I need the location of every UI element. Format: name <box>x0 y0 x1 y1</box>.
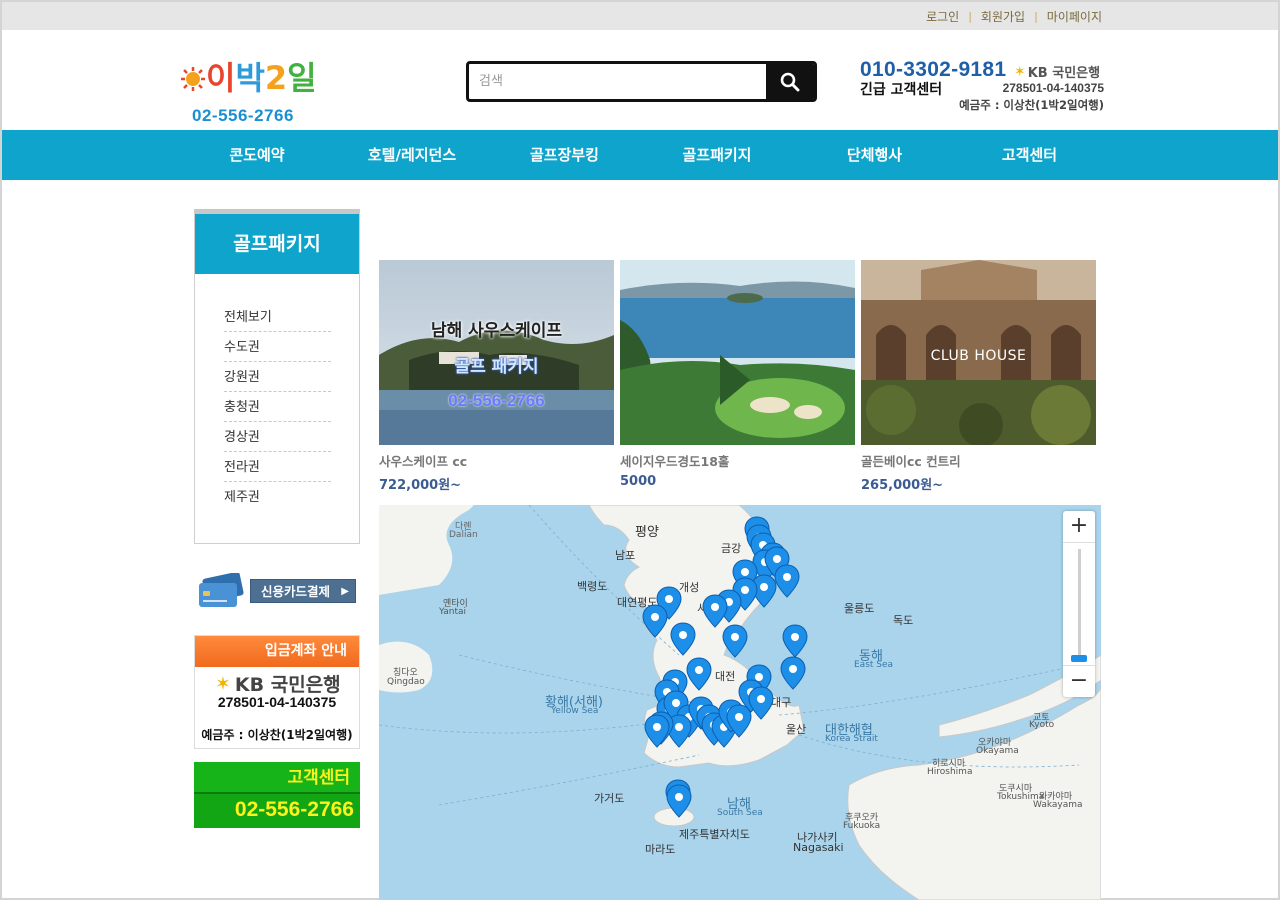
banner-subtitle: 골프 패키지 <box>454 357 539 377</box>
product-name[interactable]: 골든베이cc 컨트리 <box>861 451 1096 470</box>
product-image[interactable] <box>620 260 855 445</box>
deposit-account-box: 입금계좌 안내 ✶ KB 국민은행 278501-04-140375 예금주 :… <box>194 635 360 749</box>
credit-card-icon <box>199 573 244 607</box>
map-pin-icon[interactable] <box>642 604 668 638</box>
top-utility-bar: 로그인 | 회원가입 | 마이페이지 <box>2 2 1278 30</box>
sun-icon <box>181 67 205 91</box>
zoom-out-button[interactable]: − <box>1063 665 1095 697</box>
map-pin-icon[interactable] <box>670 622 696 656</box>
product-price: 5000 <box>620 474 657 489</box>
separator: | <box>968 10 972 23</box>
login-link[interactable]: 로그인 <box>926 8 959 25</box>
search-icon <box>780 72 800 91</box>
zoom-slider-track[interactable] <box>1078 549 1081 661</box>
product-image[interactable]: 남해 사우스케이프 골프 패키지 02-556-2766 <box>379 260 614 445</box>
sidebar-item-jeolla[interactable]: 전라권 <box>224 452 331 482</box>
mypage-link[interactable]: 마이페이지 <box>1047 8 1102 25</box>
callcenter-box: 고객센터 02-556-2766 <box>194 762 360 828</box>
product-price: 722,000원~ <box>379 478 462 493</box>
logo-char: 2 <box>264 59 288 97</box>
banner-title: 남해 사우스케이프 <box>430 321 563 341</box>
nav-item-golf-package[interactable]: 골프패키지 <box>637 130 797 180</box>
deposit-title: 입금계좌 안내 <box>195 636 359 667</box>
sidebar-menu: 전체보기 수도권 강원권 충청권 경상권 전라권 제주권 <box>224 302 331 512</box>
map-pin-icon[interactable] <box>686 657 712 691</box>
nav-item-golf-booking[interactable]: 골프장부킹 <box>492 130 637 180</box>
map-pin-icon[interactable] <box>722 624 748 658</box>
nav-item-customer-center[interactable]: 고객센터 <box>952 130 1107 180</box>
card-payment-text: 신용카드결제 <box>261 584 331 599</box>
product-image[interactable]: CLUB HOUSE <box>861 260 1096 445</box>
callcenter-title: 고객센터 <box>194 762 360 794</box>
emergency-label: 긴급 고객센터 <box>860 82 943 98</box>
top-links: 로그인 | 회원가입 | 마이페이지 <box>926 8 1102 25</box>
banner-title: CLUB HOUSE <box>930 348 1027 364</box>
zoom-slider-thumb[interactable] <box>1071 655 1087 662</box>
callcenter-phone: 02-556-2766 <box>234 798 354 821</box>
product-card[interactable]: CLUB HOUSE 골든베이cc 컨트리 265,000원~ <box>861 260 1096 493</box>
map-pin-icon[interactable] <box>774 564 800 598</box>
search-input[interactable] <box>469 64 767 99</box>
zoom-control: + − <box>1063 511 1095 697</box>
zoom-in-button[interactable]: + <box>1063 511 1095 543</box>
map-markers <box>642 516 808 818</box>
sidebar-item-gyeongsang[interactable]: 경상권 <box>224 422 331 452</box>
logo-phone: 02-556-2766 <box>192 106 294 125</box>
sidebar: 골프패키지 전체보기 수도권 강원권 충청권 경상권 전라권 제주권 <box>194 209 360 544</box>
account-holder: 예금주 : 이상찬(1박2일여행) <box>959 98 1104 112</box>
sidebar-item-jeju[interactable]: 제주권 <box>224 482 331 512</box>
search-box <box>466 61 817 102</box>
product-card[interactable]: 남해 사우스케이프 골프 패키지 02-556-2766 사우스케이프 cc 7… <box>379 260 614 493</box>
separator: | <box>1034 10 1038 23</box>
map-pin-icon[interactable] <box>644 714 670 748</box>
deposit-account-number: 278501-04-140375 <box>217 694 337 710</box>
map-pin-icon[interactable] <box>748 686 774 720</box>
nav-item-group-event[interactable]: 단체행사 <box>797 130 952 180</box>
kb-logo-icon: ✶ <box>215 672 231 695</box>
nav-item-condo[interactable]: 콘도예약 <box>182 130 332 180</box>
bank-label: KB 국민은행 <box>1027 66 1101 81</box>
product-card[interactable]: 세이지우드경도18홀 5000 <box>620 260 855 490</box>
signup-link[interactable]: 회원가입 <box>981 8 1025 25</box>
header-customer-center: 010-3302-9181 ✶ KB 국민은행 긴급 고객센터 278501-0… <box>860 58 1106 118</box>
bank-name: ✶ KB 국민은행 <box>1014 62 1101 82</box>
card-payment-label: 신용카드결제 ▶ <box>250 579 356 603</box>
site-logo[interactable]: 이박2일 02-556-2766 <box>180 58 320 128</box>
kb-logo-icon: ✶ <box>1014 63 1026 80</box>
sidebar-item-gangwon[interactable]: 강원권 <box>224 362 331 392</box>
sidebar-item-chungcheong[interactable]: 충청권 <box>224 392 331 422</box>
search-button[interactable] <box>766 64 814 99</box>
sidebar-item-capital[interactable]: 수도권 <box>224 332 331 362</box>
banner-phone: 02-556-2766 <box>448 391 545 410</box>
map-pin-icon[interactable] <box>780 656 806 690</box>
deposit-bank-name: KB 국민은행 <box>234 674 341 696</box>
deposit-account-holder: 예금주 : 이상찬(1박2일여행) <box>201 728 353 742</box>
nav-item-hotel[interactable]: 호텔/레지던스 <box>332 130 492 180</box>
deposit-bank: ✶ KB 국민은행 <box>215 670 341 697</box>
account-number: 278501-04-140375 <box>1002 81 1104 95</box>
location-map[interactable]: 다롄 Dalian 평양 남포 금강 개성 백령도 대연평도 옌타이 Yanta… <box>379 505 1101 900</box>
logo-char: 박 <box>235 59 265 97</box>
logo-wordmark: 이박2일 <box>180 58 320 102</box>
map-pin-icon[interactable] <box>702 594 728 628</box>
product-name[interactable]: 세이지우드경도18홀 <box>620 451 855 470</box>
logo-char: 이 <box>206 59 236 97</box>
product-name[interactable]: 사우스케이프 cc <box>379 451 614 470</box>
map-pin-icon[interactable] <box>782 624 808 658</box>
arrow-right-icon: ▶ <box>341 586 349 597</box>
sidebar-item-all[interactable]: 전체보기 <box>224 302 331 332</box>
product-price: 265,000원~ <box>861 478 944 493</box>
credit-card-payment-button[interactable]: 신용카드결제 ▶ <box>198 571 358 611</box>
product-list: 남해 사우스케이프 골프 패키지 02-556-2766 사우스케이프 cc 7… <box>379 260 1101 493</box>
sidebar-title: 골프패키지 <box>195 214 359 274</box>
logo-char: 일 <box>287 59 317 97</box>
map-pin-icon[interactable] <box>666 784 692 818</box>
main-nav: 콘도예약 호텔/레지던스 골프장부킹 골프패키지 단체행사 고객센터 <box>2 130 1278 180</box>
